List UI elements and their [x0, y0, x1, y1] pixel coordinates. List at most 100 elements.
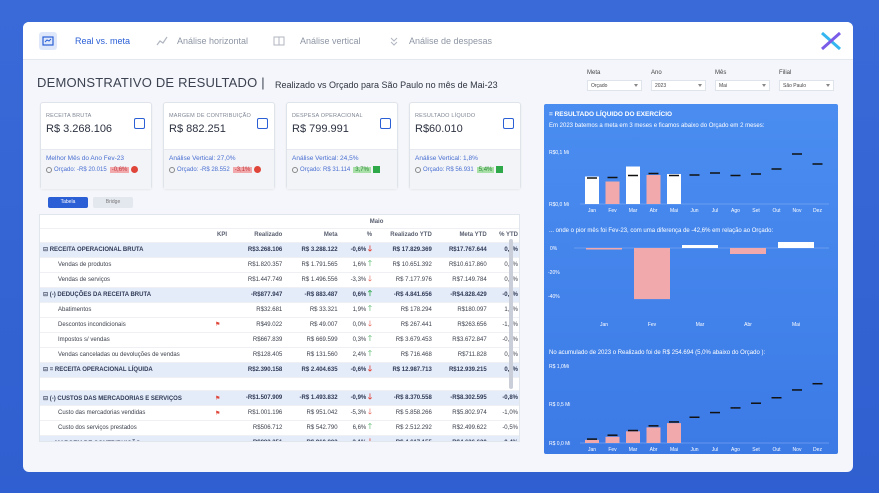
x-tick-label: Nov — [793, 208, 802, 214]
cell-pct: -5,3% 🡓 — [340, 405, 376, 421]
column-header[interactable]: Realizado — [232, 228, 286, 243]
table-row[interactable]: Vendas canceladas ou devoluções de venda… — [40, 347, 519, 363]
cell-realizado: R$3.268.106 — [232, 242, 286, 258]
nav-analise-despesas[interactable]: Análise de despesas — [385, 32, 492, 50]
filter-select[interactable]: 2023 — [651, 80, 706, 91]
kpi-card[interactable]: DESPESA OPERACIONAL R$ 799.991 Análise V… — [286, 102, 398, 189]
cell-realizado: -R$877.947 — [232, 287, 286, 303]
row-label: Custo das mercadorias vendidas — [40, 405, 212, 421]
cell-pct-ytd: 0,7% — [489, 347, 519, 363]
bar-acumulado — [646, 427, 661, 443]
variance-bar — [682, 245, 718, 248]
kpi-analysis: Análise Vertical: 24,5% — [292, 155, 359, 162]
filter-meta[interactable]: Meta Orçado — [587, 70, 642, 91]
column-header[interactable]: Meta YTD — [434, 228, 490, 243]
tab-tabela[interactable]: Tabela — [48, 197, 88, 208]
cell-realizado: R$1.820.357 — [232, 257, 286, 273]
filter-ano[interactable]: Ano 2023 — [651, 70, 706, 91]
x-tick-label: Fev — [608, 447, 617, 453]
kpi-flag: ⚑ — [212, 390, 233, 406]
cell-meta: R$ 1.496.556 — [285, 272, 341, 288]
cell-pct: 6,6% 🡑 — [340, 420, 376, 436]
kpi-title: DESPESA OPERACIONAL — [292, 113, 363, 119]
x-tick-label: Jun — [690, 447, 698, 453]
nav-analise-horizontal[interactable]: Análise horizontal — [153, 32, 248, 50]
cell-pct-ytd: -0,3% — [489, 287, 519, 303]
kpi-flag — [212, 257, 233, 273]
table-row[interactable]: ⊟ (-) DEDUÇÕES DA RECEITA BRUTA -R$877.9… — [40, 287, 519, 303]
x-tick-label: Ago — [731, 447, 740, 453]
row-label: Abatimentos — [40, 302, 212, 318]
bar-realizado — [626, 166, 640, 204]
filter-select[interactable]: São Paulo — [779, 80, 834, 91]
column-header[interactable]: KPI — [212, 228, 233, 243]
columns-icon — [270, 32, 288, 50]
row-label: ⊟ (-) DEDUÇÕES DA RECEITA BRUTA — [40, 287, 212, 303]
column-header[interactable]: Realizado YTD — [375, 228, 435, 243]
column-header[interactable]: % — [340, 228, 376, 243]
arrow-up-icon: 🡑 — [367, 258, 373, 268]
table-scrollbar[interactable] — [509, 239, 513, 389]
cell-realizado-ytd: -R$ 4.841.656 — [375, 287, 435, 303]
cell-realizado: R$32.681 — [232, 302, 286, 318]
x-tick-label: Dez — [813, 208, 822, 214]
row-label: Impostos s/ vendas — [40, 332, 212, 348]
nav-analise-vertical[interactable]: Análise vertical — [270, 32, 361, 50]
x-tick-label: Jan — [600, 322, 608, 328]
table-row[interactable]: Vendas de serviços R$1.447.749 R$ 1.496.… — [40, 272, 519, 288]
table-row[interactable]: Vendas de produtos R$1.820.357 R$ 1.791.… — [40, 257, 519, 273]
table-row[interactable]: ⊟ = RECEITA OPERACIONAL LÍQUIDA R$2.390.… — [40, 362, 519, 378]
table-row[interactable] — [40, 377, 519, 391]
kpi-card[interactable]: MARGEM DE CONTRIBUIÇÃO R$ 882.251 Anális… — [163, 102, 275, 189]
cell-meta-ytd: R$10.617.860 — [434, 257, 490, 273]
trend-icon — [153, 32, 171, 50]
cell-meta-ytd: -R$8.302.595 — [434, 390, 490, 406]
nav-real-vs-meta[interactable]: Real vs. meta — [39, 32, 130, 50]
filter-label: Mês — [715, 70, 727, 76]
column-header[interactable]: % YTD — [489, 228, 519, 243]
cell-meta: R$ 542.790 — [285, 420, 341, 436]
row-label: Custo dos serviços prestados — [40, 420, 212, 436]
filter-select[interactable]: Mai — [715, 80, 770, 91]
pct-value: -3,3% — [350, 276, 367, 283]
kpi-card[interactable]: RECEITA BRUTA R$ 3.268.106 Melhor Mês do… — [40, 102, 152, 189]
y-tick-label: R$ 1,0Mi — [549, 364, 569, 370]
bar-realizado — [585, 176, 599, 204]
cell-realizado-ytd: R$ 267.441 — [375, 317, 435, 333]
pct-value: -0,6% — [350, 246, 367, 253]
cell-meta: R$ 49.007 — [285, 317, 341, 333]
x-tick-label: Mai — [792, 322, 800, 328]
filter-select[interactable]: Orçado — [587, 80, 642, 91]
arrow-down-icon: 🡓 — [367, 363, 373, 373]
panel-caption-2: ... onde o pior mês foi Fev-23, com uma … — [549, 228, 774, 234]
y-tick-label: R$ 0,0 Mi — [549, 441, 570, 447]
kpi-analysis: Análise Vertical: 27,0% — [169, 155, 236, 162]
table-row[interactable]: Descontos incondicionais ⚑ R$49.022 R$ 4… — [40, 317, 519, 333]
kpi-icon — [503, 118, 514, 129]
table-row[interactable]: ⊟ (-) CUSTOS DAS MERCADORIAS E SERVIÇOS … — [40, 390, 519, 406]
filter-mes[interactable]: Mês Mai — [715, 70, 770, 91]
column-header[interactable]: Meta — [285, 228, 341, 243]
table-row[interactable]: ⊟ RECEITA OPERACIONAL BRUTA R$3.268.106 … — [40, 242, 519, 258]
dre-table: Maio KPI Realizado Meta% Realizado YTD Meta … — [39, 214, 520, 442]
x-tick-label: Abr — [650, 208, 658, 214]
kpi-icon — [257, 118, 268, 129]
cell-realizado-ytd: R$ 5.858.266 — [375, 405, 435, 421]
pct-value: 2,4% — [352, 351, 367, 358]
table-row[interactable]: ⊟ = MARGEM DE CONTRIBUIÇÃO R$882.251 R$ … — [40, 435, 519, 441]
column-header[interactable] — [40, 228, 212, 243]
row-label: ⊟ = MARGEM DE CONTRIBUIÇÃO — [40, 435, 212, 441]
filter-filial[interactable]: Filial São Paulo — [779, 70, 834, 91]
kpi-flag — [212, 420, 233, 436]
kpi-card[interactable]: RESULTADO LÍQUIDO R$60.010 Análise Verti… — [409, 102, 521, 189]
cell-meta: R$ 33.321 — [285, 302, 341, 318]
tab-bridge[interactable]: Bridge — [93, 197, 133, 208]
x-tick-label: Abr — [650, 447, 658, 453]
table-row[interactable]: Custo das mercadorias vendidas ⚑ R$1.001… — [40, 405, 519, 421]
cell-realizado-ytd: R$ 12.987.713 — [375, 362, 435, 378]
cell-pct-ytd: -0,2% — [489, 332, 519, 348]
cell-pct-ytd: 0,4% — [489, 362, 519, 378]
table-row[interactable]: Abatimentos R$32.681 R$ 33.321 1,9% 🡑 R$… — [40, 302, 519, 318]
table-row[interactable]: Custo dos serviços prestados R$506.712 R… — [40, 420, 519, 436]
table-row[interactable]: Impostos s/ vendas R$667.839 R$ 669.599 … — [40, 332, 519, 348]
